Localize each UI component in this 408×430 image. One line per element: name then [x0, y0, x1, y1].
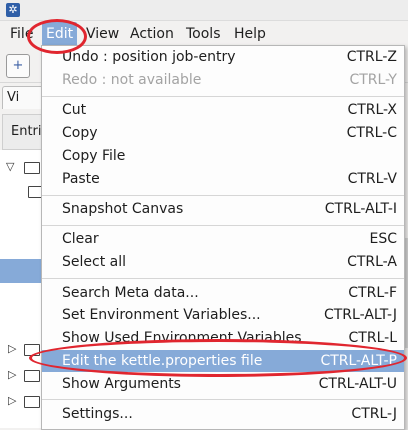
- menu-item-label: Search Meta data...: [62, 285, 199, 301]
- menu-separator: [42, 278, 404, 279]
- menu-item-copy[interactable]: Copy CTRL-C: [42, 122, 404, 144]
- tree-expand-icon[interactable]: ▷: [8, 368, 16, 381]
- menu-item-shortcut: CTRL-ALT-U: [318, 376, 397, 392]
- menu-item-copy-file[interactable]: Copy File: [42, 145, 404, 167]
- menu-item-show-used-env-vars[interactable]: Show Used Environment Variables CTRL-L: [42, 327, 404, 349]
- menu-item-label: Set Environment Variables...: [62, 307, 261, 323]
- menu-item-label: Clear: [62, 231, 99, 247]
- menu-separator: [42, 225, 404, 226]
- menu-item-label: Copy File: [62, 148, 126, 164]
- menu-tools[interactable]: Tools: [182, 22, 225, 46]
- menu-item-label: Cut: [62, 102, 87, 118]
- menu-item-shortcut: CTRL-ALT-I: [324, 201, 397, 217]
- menu-item-label: Redo : not available: [62, 72, 202, 88]
- menu-item-shortcut: ESC: [369, 231, 397, 247]
- tree-collapse-icon[interactable]: ▽: [6, 160, 14, 173]
- menu-help[interactable]: Help: [230, 22, 270, 46]
- menu-separator: [42, 195, 404, 196]
- menu-item-shortcut: CTRL-X: [347, 102, 397, 118]
- menu-item-cut[interactable]: Cut CTRL-X: [42, 99, 404, 121]
- menu-item-undo[interactable]: Undo : position job-entry CTRL-Z: [42, 46, 404, 68]
- menu-item-settings[interactable]: Settings... CTRL-J: [42, 403, 404, 425]
- menu-item-label: Select all: [62, 254, 126, 270]
- menu-item-shortcut: CTRL-V: [347, 171, 397, 187]
- menu-file[interactable]: File: [6, 22, 37, 46]
- menu-item-label: Undo : position job-entry: [62, 49, 236, 65]
- menu-item-edit-kettle-properties[interactable]: Edit the kettle.properties file CTRL-ALT…: [42, 350, 404, 372]
- menu-item-select-all[interactable]: Select all CTRL-A: [42, 251, 404, 273]
- menu-item-show-arguments[interactable]: Show Arguments CTRL-ALT-U: [42, 373, 404, 395]
- edit-menu-dropdown: Undo : position job-entry CTRL-Z Redo : …: [41, 45, 405, 430]
- menu-item-snapshot-canvas[interactable]: Snapshot Canvas CTRL-ALT-I: [42, 198, 404, 220]
- menu-item-shortcut: CTRL-A: [347, 254, 397, 270]
- menu-item-paste[interactable]: Paste CTRL-V: [42, 168, 404, 190]
- folder-icon: [24, 370, 40, 382]
- menu-item-shortcut: CTRL-Y: [349, 72, 397, 88]
- folder-icon: [24, 162, 40, 174]
- menu-separator: [42, 96, 404, 97]
- menu-item-set-env-vars[interactable]: Set Environment Variables... CTRL-ALT-J: [42, 304, 404, 326]
- menu-item-shortcut: CTRL-L: [348, 330, 397, 346]
- menu-action[interactable]: Action: [126, 22, 178, 46]
- menu-item-shortcut: CTRL-C: [346, 125, 397, 141]
- menu-item-clear[interactable]: Clear ESC: [42, 228, 404, 250]
- menu-item-label: Show Used Environment Variables: [62, 330, 302, 346]
- menu-item-label: Show Arguments: [62, 376, 181, 392]
- panel-header-label: Entri: [11, 124, 42, 139]
- window-titlebar: ✲: [0, 0, 408, 21]
- menu-item-search-metadata[interactable]: Search Meta data... CTRL-F: [42, 282, 404, 304]
- menu-item-label: Paste: [62, 171, 100, 187]
- menu-item-shortcut: CTRL-ALT-P: [320, 353, 397, 369]
- folder-icon: [24, 396, 40, 408]
- menu-item-label: Snapshot Canvas: [62, 201, 184, 217]
- tab-view-label: Vi: [7, 90, 20, 105]
- menu-item-shortcut: CTRL-F: [348, 285, 397, 301]
- menu-item-shortcut: CTRL-Z: [346, 49, 397, 65]
- menu-item-redo: Redo : not available CTRL-Y: [42, 69, 404, 91]
- tree-selected-row[interactable]: [0, 259, 44, 283]
- menu-separator: [42, 399, 404, 400]
- folder-icon: [24, 344, 40, 356]
- app-logo-icon: ✲: [6, 3, 20, 17]
- tree-expand-icon[interactable]: ▷: [8, 342, 16, 355]
- menu-view[interactable]: View: [82, 22, 123, 46]
- menu-item-label: Copy: [62, 125, 98, 141]
- new-file-icon[interactable]: +: [6, 54, 30, 78]
- menu-edit[interactable]: Edit: [42, 22, 78, 46]
- menu-item-shortcut: CTRL-J: [351, 406, 397, 422]
- menu-item-shortcut: CTRL-ALT-J: [323, 307, 397, 323]
- tree-expand-icon[interactable]: ▷: [8, 394, 16, 407]
- menu-item-label: Edit the kettle.properties file: [62, 353, 263, 369]
- menu-item-label: Settings...: [62, 406, 133, 422]
